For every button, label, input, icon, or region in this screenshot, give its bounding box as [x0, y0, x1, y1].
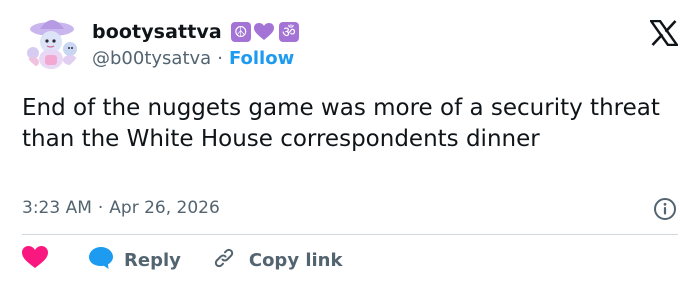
- date-separator: ·: [97, 198, 104, 218]
- handle-row: @b00tysatva · Follow: [92, 48, 299, 69]
- link-icon: [212, 246, 236, 275]
- author-block: bootysattva ☮ ॐ @b00tysatva · Follow: [92, 19, 299, 69]
- action-bar: Reply Copy link: [22, 246, 342, 274]
- x-logo-icon[interactable]: [648, 19, 680, 47]
- copy-link-label: Copy link: [248, 249, 343, 271]
- tweet-card: bootysattva ☮ ॐ @b00tysatva · Follow End…: [0, 0, 700, 287]
- handle[interactable]: @b00tysatva: [92, 48, 211, 69]
- speech-bubble-icon: [88, 246, 114, 275]
- divider: [22, 234, 678, 235]
- like-button[interactable]: [22, 246, 48, 274]
- info-icon[interactable]: [653, 197, 677, 221]
- name-row: bootysattva ☮ ॐ: [92, 19, 299, 45]
- tweet-date[interactable]: Apr 26, 2026: [109, 198, 220, 218]
- follow-button[interactable]: Follow: [229, 48, 294, 69]
- tweet-time[interactable]: 3:23 AM: [22, 198, 92, 218]
- reply-label: Reply: [124, 249, 181, 271]
- avatar[interactable]: [23, 13, 81, 71]
- tweet-text: End of the nuggets game was more of a se…: [22, 95, 660, 152]
- display-name[interactable]: bootysattva: [92, 21, 222, 43]
- separator: ·: [217, 48, 223, 69]
- peace-symbol-icon: ☮: [230, 22, 251, 42]
- copy-link-button[interactable]: Copy link: [212, 246, 343, 275]
- heart-icon: [22, 246, 48, 274]
- avatar-image: [23, 13, 81, 71]
- purple-heart-icon: [253, 22, 275, 42]
- timestamp-row[interactable]: 3:23 AM · Apr 26, 2026: [22, 198, 220, 218]
- om-symbol-icon: ॐ: [278, 22, 299, 42]
- reply-button[interactable]: Reply: [88, 246, 181, 275]
